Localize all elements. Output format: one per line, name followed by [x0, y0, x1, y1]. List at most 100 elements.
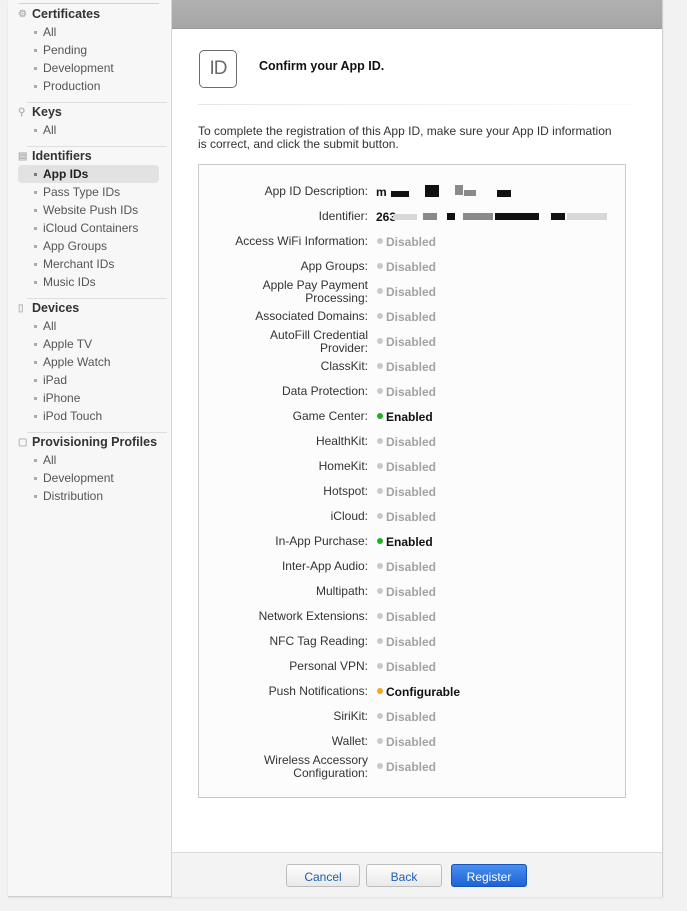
sidebar-item[interactable]: App IDs: [18, 165, 159, 183]
status-dot-icon: [377, 738, 383, 744]
sidebar-item[interactable]: Pending: [18, 41, 159, 59]
capability-status: Disabled: [386, 260, 437, 274]
certificate-icon: ⚙: [18, 8, 27, 20]
status-dot-icon: [377, 513, 383, 519]
bullet-icon: [34, 49, 37, 52]
status-dot-icon: [377, 338, 383, 344]
capability-label: iCloud:: [330, 509, 368, 523]
document-icon: ▢: [18, 436, 28, 448]
status-dot-icon: [377, 388, 383, 394]
sidebar-item-label: Merchant IDs: [43, 257, 115, 271]
bullet-icon: [34, 477, 37, 480]
sidebar-item[interactable]: Development: [18, 469, 159, 487]
sidebar-item[interactable]: Music IDs: [18, 273, 159, 291]
sidebar-item[interactable]: Development: [18, 59, 159, 77]
sidebar-section-title[interactable]: ▤ Identifiers: [18, 147, 159, 165]
identifier-row: Identifier: 263: [199, 210, 625, 224]
sidebar-divider: [27, 298, 167, 299]
redacted-block: [463, 213, 493, 220]
sidebar-item-label: App Groups: [43, 239, 108, 253]
status-dot-icon: [377, 638, 383, 644]
sidebar-item[interactable]: iCloud Containers: [18, 219, 159, 237]
sidebar-item-label: iPod Touch: [43, 409, 103, 423]
sidebar-item-label: Website Push IDs: [43, 203, 139, 217]
status-dot-icon: [377, 563, 383, 569]
chevron-down-icon[interactable]: ⌄: [147, 0, 155, 3]
sidebar-item[interactable]: Production: [18, 77, 159, 95]
sidebar-item[interactable]: All: [18, 23, 159, 41]
sidebar-item[interactable]: Pass Type IDs: [18, 183, 159, 201]
status-dot-icon: [377, 438, 383, 444]
capability-status: Disabled: [386, 610, 437, 624]
redacted-block: [447, 213, 455, 220]
sidebar-item[interactable]: Distribution: [18, 487, 159, 505]
sidebar-item[interactable]: Website Push IDs: [18, 201, 159, 219]
redacted-block: [567, 213, 607, 220]
sidebar-section-title[interactable]: ⚙ Certificates: [18, 5, 159, 23]
sidebar-item[interactable]: App Groups: [18, 237, 159, 255]
sidebar-item[interactable]: All: [18, 451, 159, 469]
capability-status: Disabled: [386, 460, 437, 474]
capability-row: NFC Tag Reading: Disabled: [199, 635, 625, 649]
title-divider: [198, 104, 633, 105]
sidebar-item-label: Distribution: [43, 489, 104, 503]
sidebar: ⚙ Certificates All Pending Development Produc…: [8, 0, 172, 896]
sidebar-item[interactable]: Apple Watch: [18, 353, 159, 371]
sidebar-section-label: Keys: [32, 105, 62, 119]
sidebar-item[interactable]: iPhone: [18, 389, 159, 407]
sidebar-item[interactable]: All: [18, 121, 159, 139]
register-button[interactable]: Register: [451, 864, 527, 887]
intro-text: To complete the registration of this App…: [198, 124, 612, 151]
sidebar-item[interactable]: iPod Touch: [18, 407, 159, 425]
capability-label: Wireless Accessory Configuration:: [263, 753, 368, 780]
sidebar-item-label: Apple Watch: [43, 355, 111, 369]
capability-row: HealthKit: Disabled: [199, 435, 625, 449]
sidebar-item-label: Development: [43, 61, 114, 75]
redacted-block: [495, 213, 539, 220]
capability-label: Access WiFi Information:: [235, 234, 368, 248]
sidebar-section-title[interactable]: ⚲ Keys: [18, 103, 159, 121]
capability-label: Game Center:: [292, 409, 368, 423]
identifier-icon: ▤: [18, 150, 28, 162]
sidebar-item[interactable]: iPad: [18, 371, 159, 389]
capability-status: Disabled: [386, 335, 437, 349]
sidebar-section: ⚙ Certificates All Pending Development Produc…: [18, 5, 159, 95]
redacted-block: [425, 185, 439, 197]
capability-status: Disabled: [386, 560, 437, 574]
capability-label: ClassKit:: [320, 359, 368, 373]
device-icon: ▯: [18, 302, 24, 314]
capability-status: Configurable: [386, 685, 460, 699]
capability-label: Apple Pay Payment Processing:: [262, 278, 368, 305]
sidebar-section: ⚲ Keys All: [18, 103, 159, 139]
sidebar-item[interactable]: Merchant IDs: [18, 255, 159, 273]
sidebar-section-title[interactable]: ▢ Provisioning Profiles: [18, 433, 159, 451]
sidebar-item[interactable]: All: [18, 317, 159, 335]
sidebar-item[interactable]: Apple TV: [18, 335, 159, 353]
capability-row: Push Notifications: Configurable: [199, 685, 625, 699]
capability-row: Data Protection: Disabled: [199, 385, 625, 399]
capability-status: Disabled: [386, 735, 437, 749]
back-button[interactable]: Back: [366, 864, 442, 887]
cancel-button[interactable]: Cancel: [286, 864, 360, 887]
sidebar-section-title[interactable]: ▯ Devices: [18, 299, 159, 317]
capability-label: Multipath:: [315, 584, 368, 598]
sidebar-item-label: App IDs: [43, 167, 89, 181]
capability-row: Access WiFi Information: Disabled: [199, 235, 625, 249]
capability-status: Disabled: [386, 510, 437, 524]
capability-status: Disabled: [386, 660, 437, 674]
status-dot-icon: [377, 488, 383, 494]
sidebar-item-label: Pending: [43, 43, 88, 57]
bullet-icon: [34, 209, 37, 212]
sidebar-item-label: iPad: [43, 373, 68, 387]
status-dot-icon: [377, 363, 383, 369]
sidebar-item-label: Production: [43, 79, 101, 93]
capability-status: Disabled: [386, 285, 437, 299]
status-dot-icon: [377, 288, 383, 294]
sidebar-item-label: Pass Type IDs: [43, 185, 121, 199]
capability-status: Disabled: [386, 435, 437, 449]
capability-row: AutoFill Credential Provider: Disabled: [199, 329, 625, 354]
sidebar-item-label: iCloud Containers: [43, 221, 139, 235]
app-id-icon: ID: [199, 50, 237, 88]
app-id-details: App ID Description: m Identifier: 263 Ac…: [198, 164, 626, 798]
capability-row: Network Extensions: Disabled: [199, 610, 625, 624]
